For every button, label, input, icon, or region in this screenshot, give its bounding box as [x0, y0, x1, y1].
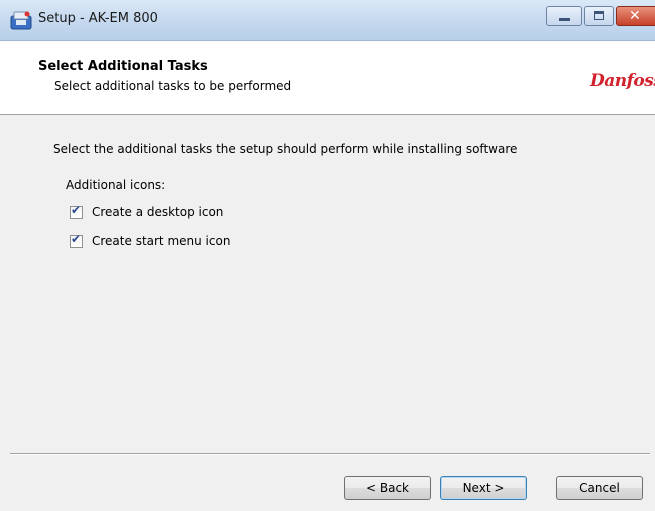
- back-button[interactable]: < Back: [344, 476, 431, 500]
- installer-icon: [10, 11, 32, 30]
- desktop-icon-checkbox[interactable]: ✔: [70, 202, 83, 219]
- close-icon: ✕: [629, 8, 641, 24]
- page-subtitle: Select additional tasks to be performed: [54, 79, 292, 93]
- wizard-content: Select the additional tasks the setup sh…: [0, 115, 655, 440]
- page-title: Select Additional Tasks: [38, 59, 208, 74]
- setup-window: Setup - AK-EM 800 ✕ Select Additional Ta…: [0, 0, 655, 511]
- start-menu-icon-option[interactable]: ✔ Create start menu icon: [70, 232, 230, 250]
- minimize-icon: [559, 18, 570, 21]
- start-menu-icon-label[interactable]: Create start menu icon: [92, 234, 230, 248]
- maximize-button[interactable]: [584, 6, 614, 26]
- start-menu-icon-checkbox[interactable]: ✔: [70, 231, 83, 248]
- danfoss-logo: Danfoss: [590, 71, 655, 91]
- close-button[interactable]: ✕: [616, 6, 655, 26]
- desktop-icon-label[interactable]: Create a desktop icon: [92, 205, 223, 219]
- checkmark-icon: ✔: [71, 202, 82, 217]
- footer-separator: [10, 453, 650, 455]
- desktop-icon-option[interactable]: ✔ Create a desktop icon: [70, 203, 223, 221]
- window-title: Setup - AK-EM 800: [38, 11, 158, 26]
- title-bar[interactable]: Setup - AK-EM 800 ✕: [0, 0, 655, 41]
- next-button[interactable]: Next >: [440, 476, 527, 500]
- maximize-icon: [594, 11, 604, 20]
- minimize-button[interactable]: [546, 6, 582, 26]
- checkmark-icon: ✔: [71, 231, 82, 246]
- instruction-text: Select the additional tasks the setup sh…: [53, 142, 518, 156]
- additional-icons-label: Additional icons:: [66, 178, 166, 192]
- cancel-button[interactable]: Cancel: [556, 476, 643, 500]
- wizard-header: Select Additional Tasks Select additiona…: [0, 41, 655, 115]
